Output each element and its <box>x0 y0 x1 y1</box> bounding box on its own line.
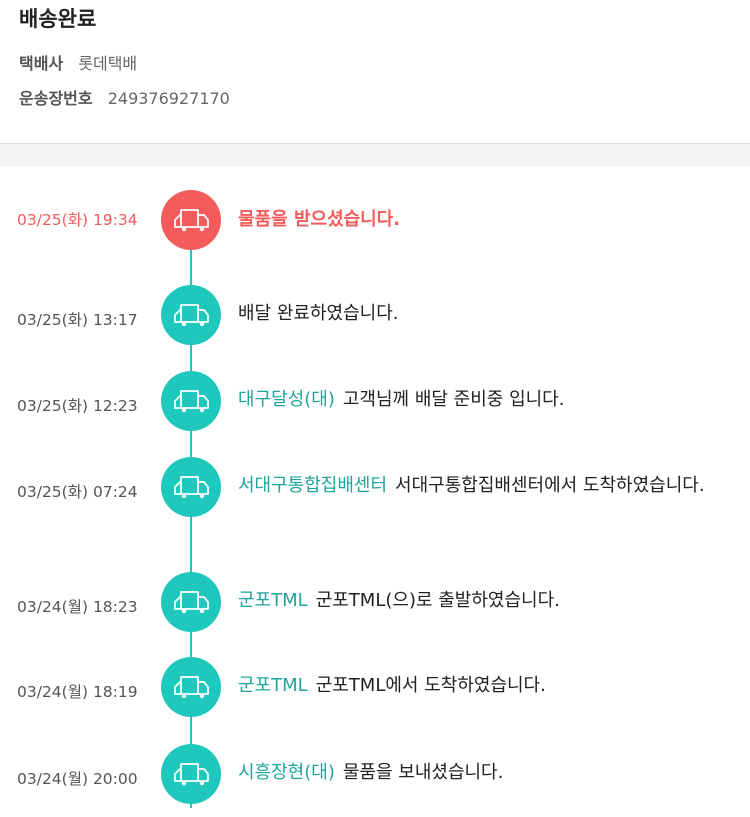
event-time: 03/24(월) 20:00 <box>17 770 138 788</box>
truck-icon <box>161 744 221 804</box>
event-message: 물품을 받으셨습니다. <box>238 207 738 233</box>
event-message: 대구달성(대) 고객님께 배달 준비중 입니다. <box>238 387 738 413</box>
event-location: 대구달성(대) <box>238 389 335 410</box>
truck-icon <box>161 285 221 345</box>
truck-icon <box>161 371 221 431</box>
carrier-row: 택배사 롯데택배 <box>19 53 137 75</box>
event-time: 03/25(화) 13:17 <box>17 311 138 329</box>
tracking-row: 운송장번호 249376927170 <box>19 88 230 110</box>
tracking-label: 운송장번호 <box>19 89 93 108</box>
event-message-text: 배달 완료하였습니다. <box>238 303 399 324</box>
event-message: 시흥장현(대) 물품을 보내셨습니다. <box>238 760 738 786</box>
event-message-text: 군포TML(으)로 출발하였습니다. <box>315 590 560 611</box>
truck-icon <box>161 657 221 717</box>
event-message: 군포TML 군포TML(으)로 출발하였습니다. <box>238 588 738 614</box>
delivery-status-title: 배송완료 <box>19 7 97 31</box>
truck-icon <box>161 190 221 250</box>
event-time: 03/25(화) 12:23 <box>17 397 138 415</box>
event-message-text: 서대구통합집배센터에서 도착하였습니다. <box>395 475 705 496</box>
event-time: 03/25(화) 19:34 <box>17 211 138 229</box>
event-location: 시흥장현(대) <box>238 762 335 783</box>
tracking-number: 249376927170 <box>107 89 230 108</box>
carrier-label: 택배사 <box>19 54 64 73</box>
event-message: 서대구통합집배센터 서대구통합집배센터에서 도착하였습니다. <box>238 473 738 499</box>
event-message: 배달 완료하였습니다. <box>238 301 738 327</box>
truck-icon <box>161 572 221 632</box>
delivery-header: 배송완료 택배사 롯데택배 운송장번호 249376927170 <box>0 0 750 166</box>
event-location: 서대구통합집배센터 <box>238 475 388 496</box>
event-time: 03/24(월) 18:23 <box>17 598 138 616</box>
event-message-text: 고객님께 배달 준비중 입니다. <box>342 389 565 410</box>
truck-icon <box>161 457 221 517</box>
section-separator <box>0 144 750 166</box>
tracking-timeline: 03/25(화) 19:34 물품을 받으셨습니다. 03/25(화) 13:1… <box>0 166 750 817</box>
carrier-value: 롯데택배 <box>78 54 138 73</box>
event-message: 군포TML 군포TML에서 도착하였습니다. <box>238 673 738 699</box>
event-message-text: 물품을 받으셨습니다. <box>238 209 401 230</box>
event-time: 03/24(월) 18:19 <box>17 683 138 701</box>
event-time: 03/25(화) 07:24 <box>17 483 138 501</box>
event-location: 군포TML <box>238 675 308 696</box>
event-message-text: 물품을 보내셨습니다. <box>342 762 504 783</box>
event-location: 군포TML <box>238 590 308 611</box>
event-message-text: 군포TML에서 도착하였습니다. <box>315 675 546 696</box>
